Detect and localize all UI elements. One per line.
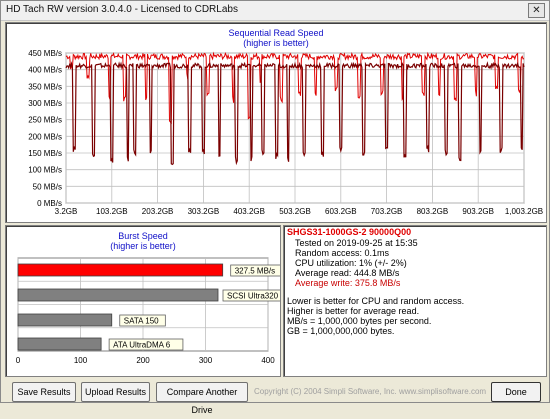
x-tick-label: 1,003.2GB [505,207,543,216]
save-results-button[interactable]: Save Results [12,382,76,402]
note-line: GB = 1,000,000,000 bytes. [287,326,395,336]
app-window: HD Tach RW version 3.0.4.0 - Licensed to… [0,0,550,415]
y-tick-label: 450 MB/s [28,49,62,58]
note-line: Lower is better for CPU and random acces… [287,296,465,306]
burst-chart-subtitle: (higher is better) [110,241,176,251]
burst-bar [17,337,102,351]
y-tick-label: 250 MB/s [28,116,62,125]
drive-name: SHGS31-1000GS-2 90000Q00 [287,227,412,237]
y-axis-ticks: 0 MB/s50 MB/s100 MB/s150 MB/s200 MB/s250… [28,49,62,208]
y-tick-label: 400 MB/s [28,66,62,75]
y-tick-label: 350 MB/s [28,82,62,91]
window-title: HD Tach RW version 3.0.4.0 - Licensed to… [6,4,238,15]
x-tick-label: 903.2GB [462,207,494,216]
info-avg-read: Average read: 444.8 MB/s [295,268,400,278]
x-tick-label: 3.2GB [55,207,78,216]
burst-bar-label: SATA 150 [124,317,159,326]
burst-x-ticks: 0 100 200 300 400 [16,356,275,365]
burst-bar-label: 327.5 MB/s [235,267,275,276]
burst-x-tick-label: 100 [74,356,88,365]
burst-x-tick-label: 0 [16,356,21,365]
burst-x-tick-label: 200 [136,356,150,365]
burst-bar [17,313,113,327]
y-tick-label: 50 MB/s [33,182,62,191]
x-tick-label: 603.2GB [325,207,357,216]
burst-speed-panel: Burst Speed (higher is better) 327.5 MB/… [5,225,293,377]
compare-another-drive-button[interactable]: Compare Another Drive [156,382,248,415]
chart-grid [65,52,525,204]
burst-speed-chart: Burst Speed (higher is better) 327.5 MB/… [16,231,293,365]
copyright-footer: Copyright (C) 2004 Simpli Software, Inc.… [254,387,487,396]
upload-results-button[interactable]: Upload Results [81,382,150,402]
done-button[interactable]: Done [491,382,541,402]
info-random-access: Random access: 0.1ms [295,248,390,258]
burst-bar-label: SCSI Ultra320 [227,292,279,301]
x-tick-label: 803.2GB [417,207,449,216]
title-bar: HD Tach RW version 3.0.4.0 - Licensed to… [1,1,549,21]
info-cpu: CPU utilization: 1% (+/- 2%) [295,258,407,268]
x-tick-label: 303.2GB [188,207,220,216]
y-tick-label: 200 MB/s [28,132,62,141]
x-tick-label: 203.2GB [142,207,174,216]
x-tick-label: 403.2GB [233,207,265,216]
y-tick-label: 300 MB/s [28,99,62,108]
burst-chart-title: Burst Speed [118,231,168,241]
burst-x-tick-label: 400 [261,356,275,365]
x-tick-label: 103.2GB [96,207,128,216]
x-tick-label: 503.2GB [279,207,311,216]
x-tick-label: 703.2GB [371,207,403,216]
y-tick-label: 100 MB/s [28,166,62,175]
burst-x-tick-label: 300 [199,356,213,365]
chart-subtitle: (higher is better) [243,38,309,48]
y-tick-label: 150 MB/s [28,149,62,158]
burst-bar [17,288,219,302]
drive-info-panel: SHGS31-1000GS-2 90000Q00 Tested on 2019-… [283,225,547,377]
sequential-read-panel: Sequential Read Speed (higher is better)… [5,22,547,223]
close-icon[interactable]: ✕ [528,3,545,18]
burst-bar [17,263,224,277]
burst-bar-label: ATA UltraDMA 6 [113,341,171,350]
note-line: Higher is better for average read. [287,306,420,316]
info-avg-write: Average write: 375.8 MB/s [295,278,401,288]
sequential-read-chart: Sequential Read Speed (higher is better)… [28,28,543,216]
note-line: MB/s = 1,000,000 bytes per second. [287,316,432,326]
info-tested: Tested on 2019-09-25 at 15:35 [295,238,418,248]
x-axis-ticks: 3.2GB 103.2GB 203.2GB 303.2GB 403.2GB 503.2GB… [55,207,543,216]
chart-title: Sequential Read Speed [228,28,323,38]
